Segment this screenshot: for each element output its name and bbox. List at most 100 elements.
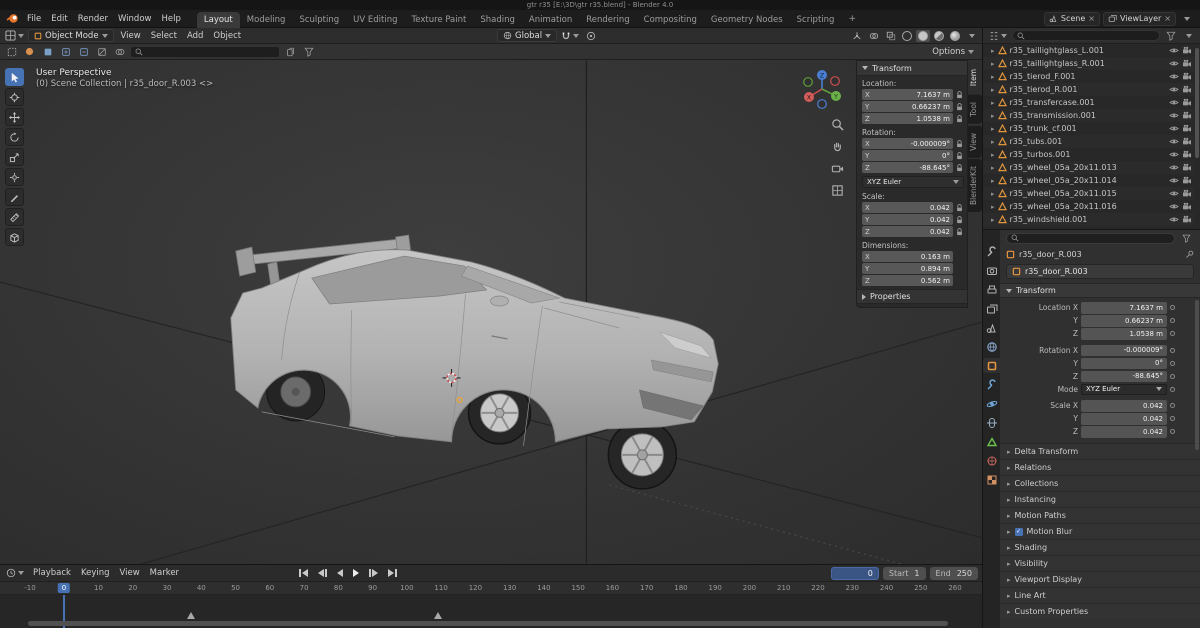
- hide-in-viewport-eye-icon[interactable]: [1169, 202, 1179, 211]
- panel-checkbox[interactable]: ✓: [1014, 527, 1023, 536]
- workspace-tab[interactable]: Shading: [473, 12, 522, 28]
- add-cube-tool[interactable]: [5, 228, 24, 246]
- animate-property-decorator[interactable]: [1170, 403, 1175, 409]
- collapsed-panel-header[interactable]: ✓ Collections: [1000, 475, 1200, 491]
- play-reverse-button[interactable]: [334, 567, 346, 579]
- animate-property-decorator[interactable]: [1170, 318, 1175, 324]
- expand-arrow-icon[interactable]: [991, 202, 995, 211]
- timeline-marker[interactable]: [433, 612, 442, 619]
- disable-in-render-camera-icon[interactable]: [1182, 215, 1192, 224]
- outliner-row[interactable]: r35_taillightglass_R.001: [983, 57, 1194, 70]
- timeline-editor-type-icon[interactable]: [4, 567, 26, 580]
- outliner-options-chevron[interactable]: [1181, 29, 1196, 42]
- transform-panel-header[interactable]: Transform: [857, 61, 967, 76]
- collapsed-panel-header[interactable]: ✓ Motion Paths: [1000, 507, 1200, 523]
- npanel-tab[interactable]: BlenderKit: [968, 159, 982, 213]
- timeline-marker[interactable]: [187, 612, 196, 619]
- menu-item[interactable]: Marker: [145, 566, 184, 580]
- hide-in-viewport-eye-icon[interactable]: [1169, 163, 1179, 172]
- disable-in-render-camera-icon[interactable]: [1182, 137, 1192, 146]
- lock-icon[interactable]: [955, 215, 964, 224]
- property-value-field[interactable]: 0.66237 m: [1081, 315, 1167, 327]
- filter-funnel-icon[interactable]: [301, 45, 316, 58]
- animate-property-decorator[interactable]: [1170, 347, 1175, 353]
- expand-arrow-icon[interactable]: [991, 163, 995, 172]
- lock-icon[interactable]: [955, 163, 964, 172]
- outliner-row[interactable]: r35_taillightglass_L.001: [983, 44, 1194, 57]
- property-value-field[interactable]: 0.042: [1081, 413, 1167, 425]
- outliner-row[interactable]: r35_wheel_05a_20x11.016: [983, 200, 1194, 213]
- properties-filter-icon[interactable]: [1179, 232, 1194, 245]
- select-mode-extend-icon[interactable]: [58, 45, 73, 58]
- unlink-scene-icon[interactable]: [1088, 14, 1095, 23]
- outliner-row[interactable]: r35_wheel_05a_20x11.015: [983, 187, 1194, 200]
- timeline-track[interactable]: [0, 595, 982, 628]
- 3d-viewport[interactable]: User Perspective (0) Scene Collection | …: [0, 60, 982, 564]
- camera-view-icon[interactable]: [831, 162, 844, 175]
- blender-logo-icon[interactable]: [4, 12, 21, 25]
- active-tool-icon[interactable]: [4, 45, 19, 58]
- hide-in-viewport-eye-icon[interactable]: [1169, 215, 1179, 224]
- disable-in-render-camera-icon[interactable]: [1182, 150, 1192, 159]
- collapsed-panel-header[interactable]: ✓ Instancing: [1000, 491, 1200, 507]
- show-overlays-icon[interactable]: [866, 29, 881, 42]
- shading-options-chevron[interactable]: [964, 29, 979, 42]
- play-button[interactable]: [350, 567, 362, 579]
- outliner-row[interactable]: r35_turbos.001: [983, 148, 1194, 161]
- jump-to-start-button[interactable]: [296, 567, 311, 579]
- number-field[interactable]: X -0.000009°: [862, 138, 953, 149]
- collapsed-panel-header[interactable]: ✓ Line Art: [1000, 587, 1200, 603]
- hide-in-viewport-eye-icon[interactable]: [1169, 98, 1179, 107]
- hide-in-viewport-eye-icon[interactable]: [1169, 59, 1179, 68]
- number-field[interactable]: X 0.163 m: [862, 251, 953, 262]
- animate-property-decorator[interactable]: [1170, 373, 1175, 379]
- tool-tab[interactable]: [983, 244, 1000, 259]
- modifiers-tab[interactable]: [983, 377, 1000, 392]
- number-field[interactable]: Y 0.894 m: [862, 263, 953, 274]
- disable-in-render-camera-icon[interactable]: [1182, 202, 1192, 211]
- outliner-row[interactable]: r35_transmission.001: [983, 109, 1194, 122]
- hide-in-viewport-eye-icon[interactable]: [1169, 111, 1179, 120]
- shading-rendered-button[interactable]: [948, 30, 962, 42]
- hide-in-viewport-eye-icon[interactable]: [1169, 72, 1179, 81]
- expand-arrow-icon[interactable]: [991, 215, 995, 224]
- viewlayer-selector[interactable]: ViewLayer: [1103, 11, 1176, 26]
- menu-item[interactable]: Window: [113, 12, 157, 26]
- outliner-row[interactable]: r35_tierod_F.001: [983, 70, 1194, 83]
- npanel-tab[interactable]: Tool: [968, 95, 982, 124]
- hide-in-viewport-eye-icon[interactable]: [1169, 176, 1179, 185]
- npanel-tab[interactable]: View: [968, 125, 982, 158]
- animate-property-decorator[interactable]: [1170, 331, 1175, 337]
- menu-item[interactable]: Playback: [28, 566, 76, 580]
- hide-in-viewport-eye-icon[interactable]: [1169, 137, 1179, 146]
- tool-search-input[interactable]: [130, 45, 280, 58]
- menu-item[interactable]: Edit: [46, 12, 72, 26]
- menu-item[interactable]: Add: [182, 29, 208, 43]
- collapsed-panel-header[interactable]: ✓ Motion Blur: [1000, 523, 1200, 539]
- lock-icon[interactable]: [955, 227, 964, 236]
- annotate-tool[interactable]: [5, 188, 24, 206]
- workspace-tab[interactable]: Sculpting: [292, 12, 346, 28]
- properties-scrollbar[interactable]: [1195, 300, 1199, 450]
- expand-arrow-icon[interactable]: [991, 111, 995, 120]
- menu-item[interactable]: View: [115, 566, 145, 580]
- lock-icon[interactable]: [955, 102, 964, 111]
- properties-subpanel-header[interactable]: Properties: [857, 289, 967, 304]
- zoom-icon[interactable]: [831, 118, 844, 131]
- lock-icon[interactable]: [955, 203, 964, 212]
- timeline-scrollbar[interactable]: [28, 621, 948, 626]
- tool-color-icon[interactable]: [22, 45, 37, 58]
- collapsed-panel-header[interactable]: ✓ Visibility: [1000, 555, 1200, 571]
- disable-in-render-camera-icon[interactable]: [1182, 59, 1192, 68]
- current-frame-field[interactable]: 0: [830, 566, 879, 580]
- jump-to-end-button[interactable]: [385, 567, 400, 579]
- npanel-tab[interactable]: Item: [968, 62, 982, 94]
- expand-arrow-icon[interactable]: [991, 176, 995, 185]
- viewlayer-menu-icon[interactable]: [1179, 12, 1194, 25]
- menu-item[interactable]: Help: [156, 12, 185, 26]
- menu-item[interactable]: View: [116, 29, 146, 43]
- collapsed-panel-header[interactable]: ✓ Delta Transform: [1000, 443, 1200, 459]
- disable-in-render-camera-icon[interactable]: [1182, 111, 1192, 120]
- number-field[interactable]: Y 0.66237 m: [862, 101, 953, 112]
- number-field[interactable]: Z 0.562 m: [862, 275, 953, 286]
